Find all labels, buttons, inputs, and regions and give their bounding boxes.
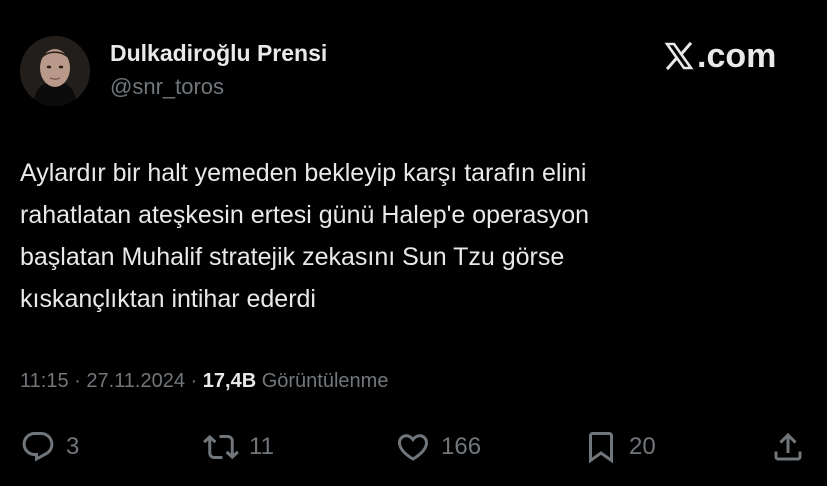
reply-icon	[22, 432, 54, 462]
tweet-meta: 11:15 · 27.11.2024 · 17,4B Görüntülenme	[20, 370, 388, 393]
display-name[interactable]: Dulkadiroğlu Prensi	[110, 40, 327, 67]
repost-count: 11	[249, 433, 274, 460]
x-logo-icon	[664, 41, 694, 71]
like-button[interactable]: 166	[395, 425, 481, 469]
action-bar: 3 11 166 20	[0, 425, 827, 469]
tweet-time[interactable]: 11:15	[20, 370, 69, 392]
tweet-line: Aylardır bir halt yemeden bekleyip karşı…	[20, 159, 587, 187]
tweet-line: kıskançlıktan intihar ederdi	[20, 285, 316, 313]
meta-separator: ·	[68, 370, 87, 392]
repost-button[interactable]: 11	[203, 425, 274, 469]
heart-icon	[397, 434, 429, 461]
avatar[interactable]	[20, 36, 90, 106]
tweet-date[interactable]: 27.11.2024	[86, 370, 185, 392]
bookmark-count: 20	[629, 433, 656, 460]
share-icon	[774, 432, 802, 461]
tweet-line: başlatan Muhalif stratejik zekasını Sun …	[20, 243, 565, 271]
x-logo-text: .com	[697, 37, 777, 75]
reply-button[interactable]: 3	[20, 425, 79, 469]
views-label[interactable]: Görüntülenme	[262, 370, 389, 392]
share-button[interactable]	[770, 425, 806, 469]
tweet-line: rahatlatan ateşkesin ertesi günü Halep'e…	[20, 201, 590, 229]
bookmark-icon	[589, 432, 613, 464]
avatar-image	[20, 36, 90, 106]
repost-icon	[203, 434, 239, 460]
x-logo: .com	[664, 36, 776, 76]
views-count[interactable]: 17,4B	[203, 370, 256, 392]
tweet-text: Aylardır bir halt yemeden bekleyip karşı…	[20, 152, 810, 320]
user-handle[interactable]: @snr_toros	[110, 74, 224, 100]
reply-count: 3	[66, 433, 80, 460]
bookmark-button[interactable]: 20	[583, 425, 656, 469]
like-count: 166	[441, 433, 482, 460]
meta-separator: ·	[184, 370, 203, 392]
